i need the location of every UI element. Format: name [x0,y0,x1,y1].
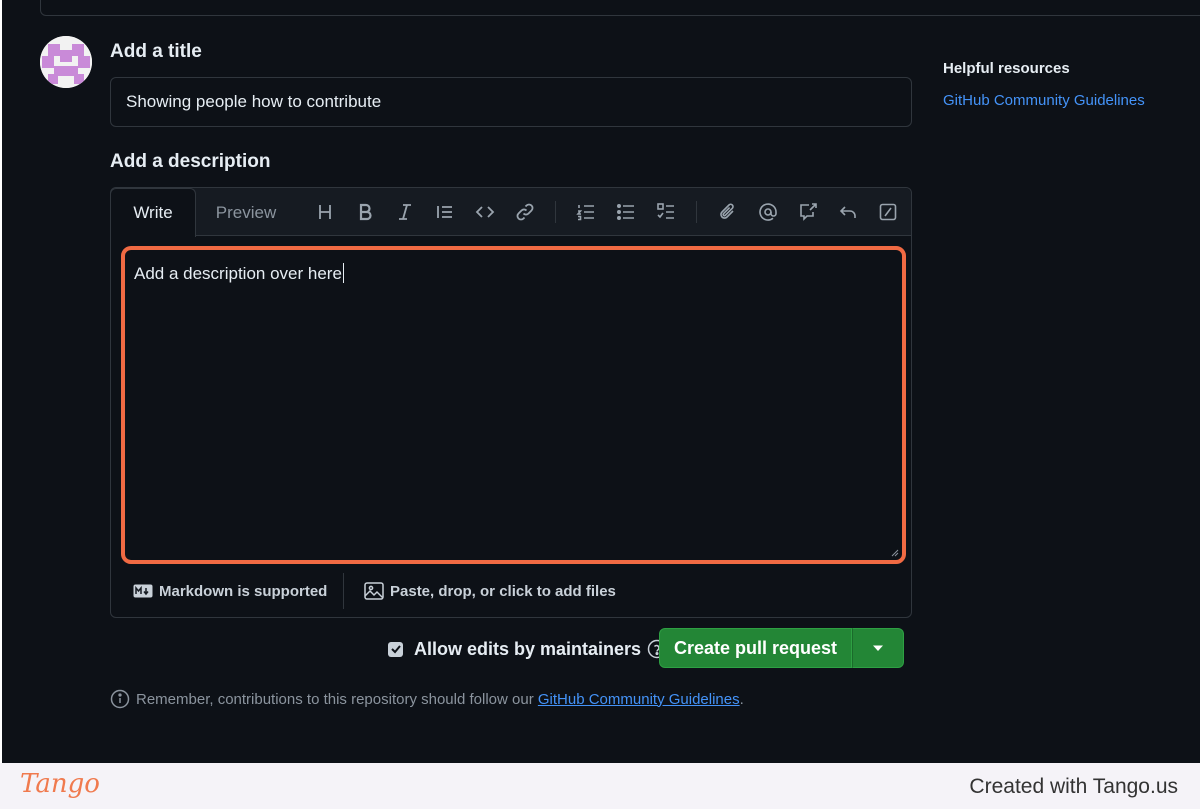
task-list-icon[interactable] [654,200,678,224]
helpful-resources-heading: Helpful resources [943,60,1070,77]
mention-icon[interactable] [756,200,780,224]
markdown-icon [133,584,153,598]
bold-icon[interactable] [353,200,377,224]
toolbar-divider [696,201,697,223]
resize-grip-icon[interactable] [891,549,899,557]
footer-divider [343,573,344,609]
check-icon [390,645,401,654]
code-icon[interactable] [473,200,497,224]
create-pull-request-button[interactable]: Create pull request [659,628,852,668]
reminder-text: Remember, contributions to this reposito… [136,690,534,708]
editor-footer: Markdown is supported Paste, drop, or cl… [111,573,911,617]
title-input[interactable] [110,77,912,127]
markdown-note[interactable]: Markdown is supported [133,573,327,609]
toolbar-divider [555,201,556,223]
quote-icon[interactable] [433,200,457,224]
description-text: Add a description over here [134,263,344,283]
title-label: Add a title [110,41,202,62]
info-icon [110,689,130,709]
link-icon[interactable] [513,200,537,224]
previous-panel-edge [40,0,1200,16]
tango-credit: Created with Tango.us [969,775,1178,798]
contribution-reminder: Remember, contributions to this reposito… [110,688,744,710]
tango-footer: Tango Created with Tango.us [0,763,1200,809]
unordered-list-icon[interactable] [614,200,638,224]
image-icon [364,582,384,600]
caret-down-icon [873,645,883,651]
reminder-suffix: . [739,690,744,708]
description-textarea[interactable]: Add a description over here [121,246,906,564]
pull-request-form: Add a title Add a description Write Prev… [2,0,1200,763]
create-pull-request-group: Create pull request [659,628,904,668]
sidebar-guidelines-link[interactable]: GitHub Community Guidelines [943,92,1145,109]
community-guidelines-link[interactable]: GitHub Community Guidelines [538,691,740,708]
slash-command-icon[interactable] [876,200,900,224]
undo-icon[interactable] [836,200,860,224]
allow-edits-label[interactable]: Allow edits by maintainers [414,639,641,660]
tab-preview[interactable]: Preview [201,188,291,237]
description-editor: Write Preview Add a description over her… [110,187,912,618]
italic-icon[interactable] [393,200,417,224]
create-options-dropdown[interactable] [852,628,904,668]
avatar[interactable] [40,36,92,88]
allow-edits-checkbox[interactable] [388,641,403,657]
attach-files[interactable]: Paste, drop, or click to add files [364,573,616,609]
text-caret [342,263,344,283]
heading-icon[interactable] [313,200,337,224]
markdown-note-label: Markdown is supported [159,582,328,600]
attach-files-label: Paste, drop, or click to add files [390,582,616,600]
reference-icon[interactable] [796,200,820,224]
allow-edits-option: Allow edits by maintainers [388,637,667,661]
tango-logo: Tango [20,769,100,799]
numbered-list-icon[interactable] [574,200,598,224]
tab-write[interactable]: Write [110,188,196,237]
editor-header: Write Preview [110,188,911,237]
attach-icon[interactable] [716,200,740,224]
description-label: Add a description [110,151,271,172]
